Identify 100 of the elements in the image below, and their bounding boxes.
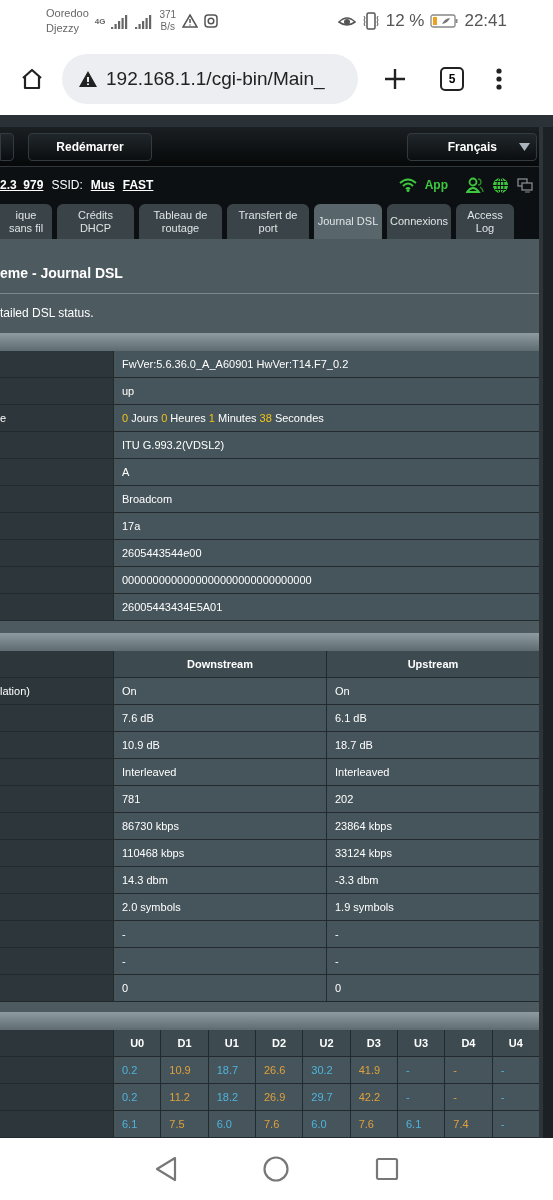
value-cell: - <box>444 1084 492 1111</box>
ssid-link[interactable]: Mus <box>90 178 115 193</box>
value-cell: - <box>491 1084 539 1111</box>
value-cell: 6.0 <box>207 1111 255 1138</box>
vibrate-icon <box>361 12 380 30</box>
value-cell: 0000000000000000000000000000000 <box>113 567 539 594</box>
camera-icon <box>204 14 219 28</box>
wifi-icon <box>398 178 417 193</box>
tab-count[interactable]: 5 <box>440 66 464 91</box>
value-cell: 7.6 dB <box>113 705 326 732</box>
router-tab[interactable]: Transfert de port <box>227 204 309 239</box>
column-header: D3 <box>349 1030 397 1057</box>
value-cell: - <box>491 1111 539 1138</box>
page-description: tailed DSL status. <box>0 305 95 322</box>
router-tab[interactable]: Connexions <box>387 204 451 239</box>
value-cell: - <box>326 948 539 975</box>
app-link[interactable]: App <box>424 178 448 193</box>
carrier-name: Ooredoo <box>46 6 89 21</box>
value-cell: 26.9 <box>255 1084 303 1111</box>
address-bar[interactable]: 192.168.1.1/cgi-bin/Main_ <box>62 53 358 104</box>
clock-time: 22:41 <box>464 11 507 31</box>
caret-icon <box>519 142 530 151</box>
value-cell: 10.9 <box>160 1057 208 1084</box>
value-cell: 0 Jours 0 Heures 1 Minutes 38 Secondes <box>113 405 539 432</box>
value-cell: On <box>113 678 326 705</box>
value-cell: 41.9 <box>349 1057 397 1084</box>
value-cell: 6.0 <box>302 1111 350 1138</box>
value-cell: 1.9 symbols <box>326 894 539 921</box>
column-header: U0 <box>113 1030 161 1057</box>
value-cell: - <box>396 1057 445 1084</box>
warning-icon <box>78 69 98 88</box>
value-cell: - <box>444 1057 492 1084</box>
value-cell: up <box>113 378 539 405</box>
value-cell: 0.2 <box>113 1084 161 1111</box>
language-select[interactable]: Français <box>407 132 537 161</box>
value-cell: 18.7 <box>207 1057 255 1084</box>
value-cell: - <box>396 1084 445 1111</box>
value-cell: 781 <box>113 786 326 813</box>
value-cell: 30.2 <box>302 1057 350 1084</box>
value-cell: - <box>113 921 326 948</box>
value-cell: -3.3 dbm <box>326 867 539 894</box>
value-cell: 26.6 <box>255 1057 303 1084</box>
new-tab-icon[interactable] <box>384 67 406 90</box>
value-cell: - <box>326 921 539 948</box>
value-cell: Interleaved <box>113 759 326 786</box>
value-cell: On <box>326 678 539 705</box>
carrier-name: Djezzy <box>46 21 80 36</box>
router-tab[interactable]: Journal DSL <box>314 204 382 239</box>
column-header: D2 <box>255 1030 303 1057</box>
column-header: U3 <box>396 1030 445 1057</box>
value-cell: 6.1 <box>396 1111 445 1138</box>
eye-icon <box>337 14 356 28</box>
value-cell: 7.4 <box>444 1111 492 1138</box>
row-label: e <box>0 412 7 424</box>
recents-icon[interactable] <box>374 1157 399 1181</box>
value-cell: 23864 kbps <box>326 813 539 840</box>
menu-icon[interactable] <box>496 67 502 90</box>
column-header: U1 <box>207 1030 255 1057</box>
value-cell: 0 <box>113 975 326 1002</box>
users-icon[interactable] <box>466 177 484 194</box>
value-cell: 33124 kbps <box>326 840 539 867</box>
network-speed: 371 B/s <box>159 9 177 33</box>
router-tab[interactable]: ique sans fil <box>0 204 52 239</box>
column-header: D1 <box>160 1030 208 1057</box>
monitor-icon[interactable] <box>517 177 533 193</box>
value-cell: - <box>113 948 326 975</box>
value-cell: 202 <box>326 786 539 813</box>
globe-icon[interactable] <box>492 176 509 194</box>
value-cell: 86730 kbps <box>113 813 326 840</box>
value-cell: 17a <box>113 513 539 540</box>
value-cell: 110468 kbps <box>113 840 326 867</box>
value-cell: A <box>113 459 539 486</box>
home-button-icon[interactable] <box>262 1156 289 1182</box>
value-cell: 6.1 <box>113 1111 161 1138</box>
router-tab[interactable]: Crédits DHCP <box>57 204 134 239</box>
row-label: lation) <box>0 685 30 697</box>
network-type: 4G <box>94 16 106 26</box>
battery-icon <box>430 14 459 28</box>
column-header: D4 <box>444 1030 492 1057</box>
value-cell: 29.7 <box>302 1084 350 1111</box>
reboot-button[interactable]: Redémarrer <box>28 132 152 161</box>
value-cell: - <box>491 1057 539 1084</box>
value-cell: 42.2 <box>349 1084 397 1111</box>
signal-icon <box>111 13 130 29</box>
value-cell: 7.6 <box>255 1111 303 1138</box>
value-cell: 2605443544e00 <box>113 540 539 567</box>
firmware-link[interactable]: 2.3_979 <box>0 178 44 193</box>
value-cell: 2.0 symbols <box>113 894 326 921</box>
value-cell: 11.2 <box>160 1084 208 1111</box>
value-cell: Interleaved <box>326 759 539 786</box>
value-cell: 14.3 dbm <box>113 867 326 894</box>
ssid-link[interactable]: FAST <box>122 178 154 193</box>
value-cell: ITU G.993.2(VDSL2) <box>113 432 539 459</box>
router-tab[interactable]: Tableau de routage <box>139 204 222 239</box>
value-cell: 26005443434E5A01 <box>113 594 539 621</box>
router-tab[interactable]: Access Log <box>456 204 514 239</box>
column-header: U4 <box>491 1030 539 1057</box>
value-cell: 7.5 <box>160 1111 208 1138</box>
back-icon[interactable] <box>154 1156 177 1182</box>
home-icon[interactable] <box>20 66 44 91</box>
